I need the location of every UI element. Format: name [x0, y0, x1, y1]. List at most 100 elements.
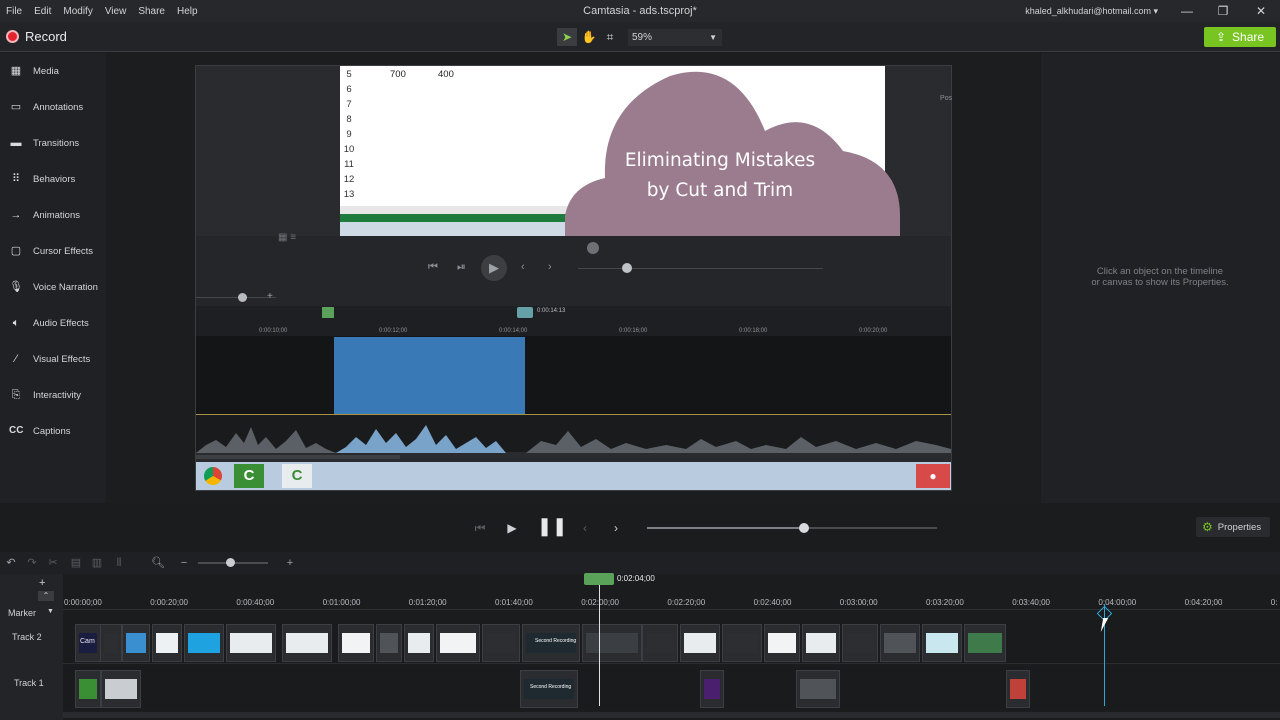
recorded-zoom-track	[196, 297, 276, 298]
share-button[interactable]: ⇪ Share	[1204, 27, 1276, 47]
clip[interactable]	[152, 624, 182, 662]
recorded-plus-icon: +	[267, 291, 273, 302]
chrome-icon	[204, 467, 222, 485]
split-icon[interactable]: ⫴	[112, 556, 126, 570]
menu-edit[interactable]: Edit	[28, 6, 57, 17]
clip[interactable]	[100, 624, 122, 662]
zoom-icon[interactable]: 🔍︎	[151, 556, 165, 570]
clip[interactable]	[582, 624, 642, 662]
clip[interactable]	[680, 624, 720, 662]
sheet-cell: 700	[390, 69, 406, 80]
close-icon[interactable]: ✕	[1246, 2, 1276, 20]
clip-thumbnail	[105, 679, 137, 699]
clip[interactable]	[376, 624, 402, 662]
clip[interactable]	[122, 624, 150, 662]
previous-icon[interactable]: ‹	[575, 519, 595, 537]
next-icon[interactable]: ›	[606, 519, 626, 537]
clip-thumbnail	[408, 633, 430, 653]
sidebar-item-voice-narration[interactable]: 🎙︎ Voice Narration	[0, 269, 106, 305]
step-back-icon[interactable]: ⏮	[470, 519, 490, 537]
copy-icon[interactable]: ▤	[69, 556, 83, 570]
recorded-scrub-knob	[622, 263, 632, 273]
marker-dropdown-icon[interactable]: ▼	[47, 608, 54, 615]
playhead-handle[interactable]	[584, 573, 614, 585]
menu-file[interactable]: File	[0, 6, 28, 17]
sidebar-item-interactivity[interactable]: ⎘ Interactivity	[0, 377, 106, 413]
sidebar-item-cursor-effects[interactable]: ▢ Cursor Effects	[0, 233, 106, 269]
clip[interactable]	[880, 624, 920, 662]
track-1[interactable]	[63, 666, 1280, 710]
record-button[interactable]: Record	[6, 29, 67, 44]
sidebar-item-captions[interactable]: CC Captions	[0, 413, 106, 449]
menu-modify[interactable]: Modify	[57, 6, 98, 17]
zoom-in-icon[interactable]: +	[283, 556, 297, 570]
zoom-out-icon[interactable]: −	[177, 556, 191, 570]
timeline-zoom-handle[interactable]	[226, 558, 235, 567]
clip[interactable]	[700, 670, 724, 708]
crop-tool-icon[interactable]: ⌗	[600, 28, 620, 46]
paste-icon[interactable]: ▥	[90, 556, 104, 570]
properties-button[interactable]: ⚙ Properties	[1196, 517, 1270, 537]
clip[interactable]	[802, 624, 840, 662]
clip[interactable]	[642, 624, 678, 662]
recorded-audio-waveform	[196, 414, 951, 453]
clip[interactable]	[842, 624, 878, 662]
clip[interactable]	[75, 670, 101, 708]
recorded-track	[196, 336, 951, 414]
cut-icon[interactable]: ✂	[46, 556, 60, 570]
menu-share[interactable]: Share	[132, 6, 171, 17]
camtasia-recorder-icon: C	[234, 464, 264, 488]
redo-icon[interactable]: ↷	[25, 556, 39, 570]
clip[interactable]	[282, 624, 332, 662]
pause-icon[interactable]: ❚❚	[537, 517, 567, 535]
account-menu[interactable]: khaled_alkhudari@hotmail.com ▾	[1025, 6, 1158, 17]
restore-icon[interactable]: ❐	[1208, 2, 1238, 20]
clip-thumbnail	[846, 633, 874, 653]
sidebar-item-behaviors[interactable]: ⠿ Behaviors	[0, 161, 106, 197]
microphone-icon: 🎙︎	[9, 281, 23, 293]
menu-bar: File Edit Modify View Share Help Camtasi…	[0, 0, 1280, 22]
menu-help[interactable]: Help	[171, 6, 204, 17]
clip[interactable]	[436, 624, 480, 662]
play-icon[interactable]: ▶	[502, 519, 522, 537]
clip[interactable]	[796, 670, 840, 708]
sidebar-item-annotations[interactable]: ▭ Annotations	[0, 89, 106, 125]
clip[interactable]	[404, 624, 434, 662]
sidebar-item-visual-effects[interactable]: ⁄ Visual Effects	[0, 341, 106, 377]
grid-view-icon: ▦ ≡	[278, 232, 297, 243]
waveform-svg	[196, 425, 951, 453]
sidebar-item-audio-effects[interactable]: 🔈︎ Audio Effects	[0, 305, 106, 341]
sidebar-item-label: Annotations	[33, 101, 84, 113]
sidebar-item-media[interactable]: ▦ Media	[0, 53, 106, 89]
zoom-select[interactable]: 59% ▼	[628, 29, 722, 46]
sheet-tab-bar	[340, 206, 570, 214]
sidebar-item-transitions[interactable]: ▬ Transitions	[0, 125, 106, 161]
clip[interactable]	[226, 624, 276, 662]
scrub-handle[interactable]	[799, 523, 809, 533]
clip[interactable]	[101, 670, 141, 708]
clip[interactable]	[764, 624, 800, 662]
timeline-scrollbar[interactable]	[63, 712, 1280, 718]
minimize-icon[interactable]: —	[1172, 2, 1202, 20]
clip[interactable]	[922, 624, 962, 662]
properties-label: Properties	[1217, 521, 1262, 533]
clip[interactable]	[1006, 670, 1030, 708]
pointer-tool-icon[interactable]: ➤	[557, 28, 577, 46]
marker-label[interactable]: Marker	[8, 608, 36, 618]
clip[interactable]	[184, 624, 224, 662]
clip[interactable]	[964, 624, 1006, 662]
clip-thumbnail	[230, 633, 272, 653]
clip[interactable]	[722, 624, 762, 662]
add-track-icon[interactable]: +	[39, 577, 45, 589]
undo-icon[interactable]: ↶	[4, 556, 18, 570]
collapse-icon[interactable]: ⌃	[38, 591, 54, 601]
behavior-icon: ⠿	[11, 173, 21, 185]
sidebar-item-label: Interactivity	[33, 389, 82, 401]
sidebar-item-animations[interactable]: → Animations	[0, 197, 106, 233]
callout-text[interactable]: Eliminating Mistakes by Cut and Trim	[600, 146, 840, 206]
sidebar-item-label: Animations	[33, 209, 80, 221]
clip[interactable]	[482, 624, 520, 662]
clip[interactable]	[338, 624, 374, 662]
menu-view[interactable]: View	[99, 6, 133, 17]
hand-tool-icon[interactable]: ✋	[579, 28, 599, 46]
